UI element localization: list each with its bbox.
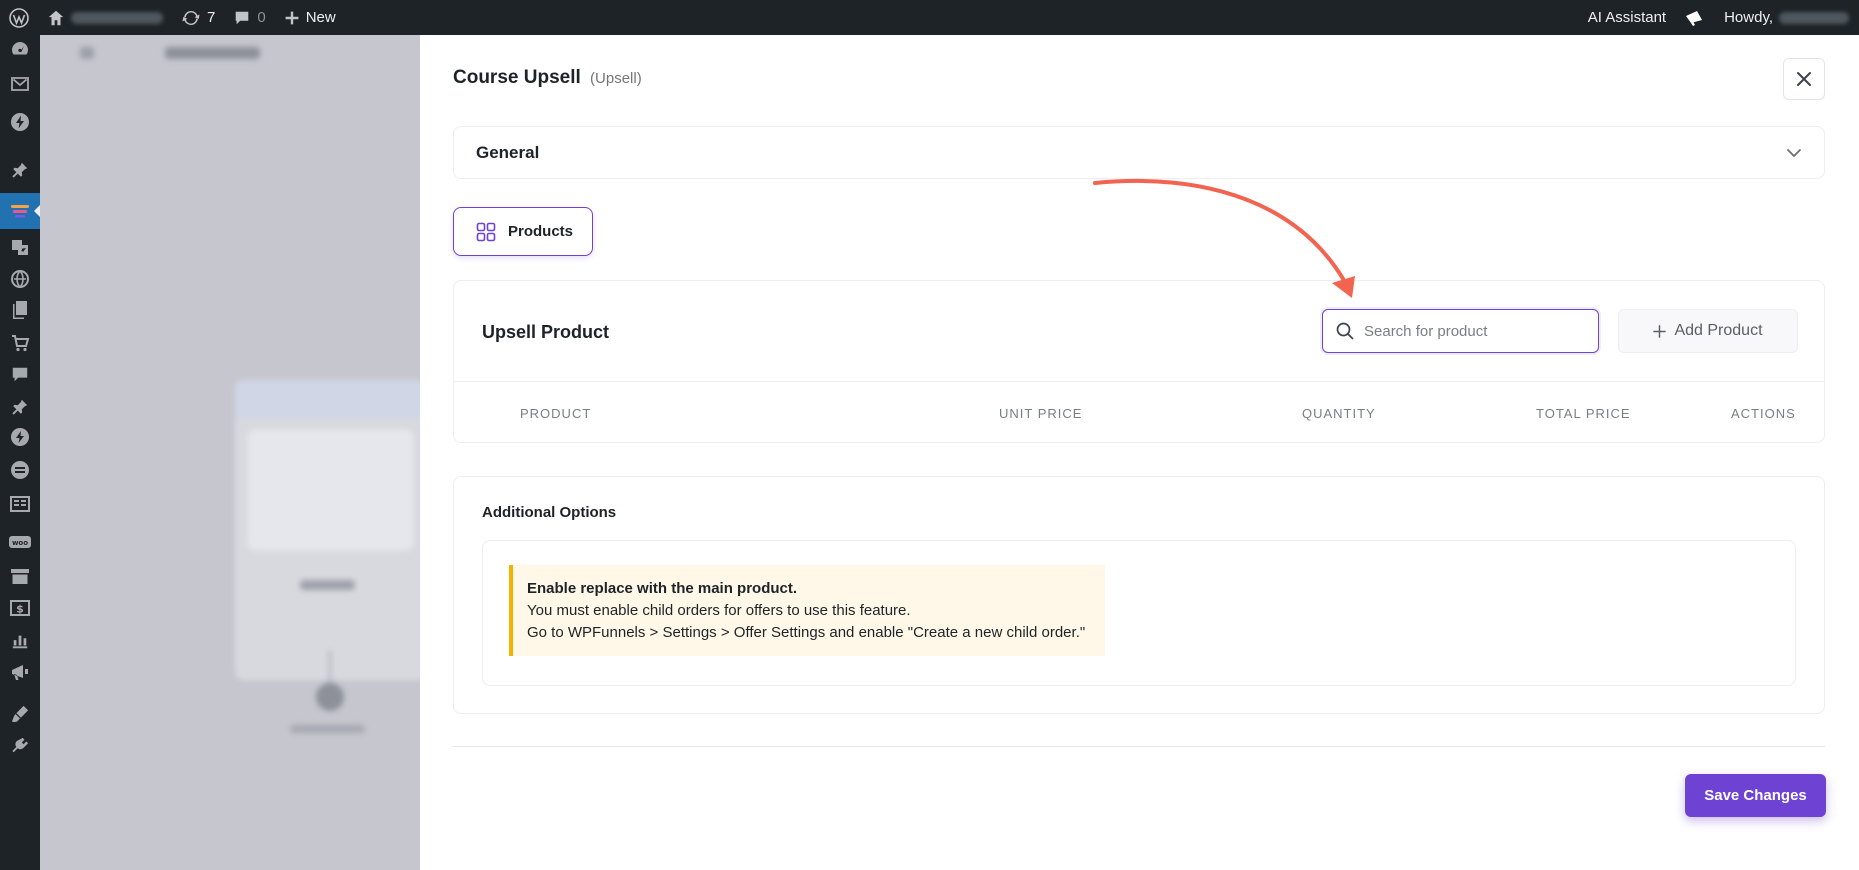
wordpress-logo-icon xyxy=(9,7,29,28)
plus-icon xyxy=(1653,324,1667,338)
additional-options-title: Additional Options xyxy=(482,504,617,521)
additional-options-body: Enable replace with the main product. Yo… xyxy=(482,540,1796,686)
site-name-button[interactable] xyxy=(38,0,172,35)
site-name-redacted xyxy=(71,11,163,24)
wordpress-logo-button[interactable] xyxy=(0,0,38,35)
panel-title-text: Course Upsell xyxy=(453,67,581,88)
dashboard-icon[interactable] xyxy=(9,38,31,60)
upsell-product-card: Upsell Product Add Product PRODUCT UNIT … xyxy=(453,280,1825,443)
column-product: PRODUCT xyxy=(520,406,592,421)
close-icon xyxy=(1797,72,1811,86)
column-actions: ACTIONS xyxy=(1731,406,1796,421)
pages-icon[interactable] xyxy=(9,299,31,321)
footer-divider xyxy=(453,746,1825,747)
lines-circle-icon[interactable] xyxy=(9,459,31,481)
admin-bar: 7 0 New AI Assistant Howdy, xyxy=(0,0,1859,35)
my-account-button[interactable]: Howdy, xyxy=(1715,0,1859,35)
megaphone-icon xyxy=(1686,10,1703,26)
payments-icon[interactable]: $ xyxy=(9,597,31,619)
archive-icon[interactable] xyxy=(9,565,31,587)
store-icon[interactable] xyxy=(9,332,31,354)
save-changes-button[interactable]: Save Changes xyxy=(1685,774,1826,817)
funnel-canvas-background xyxy=(40,35,420,870)
analytics-icon[interactable] xyxy=(9,630,31,652)
pin-menu-icon[interactable] xyxy=(9,396,31,418)
column-unit-price: UNIT PRICE xyxy=(999,406,1083,421)
mail-icon[interactable] xyxy=(9,73,31,95)
general-accordion-label: General xyxy=(476,142,540,162)
admin-menu: woo $ xyxy=(0,35,40,870)
comments-count: 0 xyxy=(257,9,266,26)
plus-icon xyxy=(285,11,299,24)
product-table-header: PRODUCT UNIT PRICE QUANTITY TOTAL PRICE … xyxy=(454,381,1824,443)
product-search-box[interactable] xyxy=(1322,309,1599,353)
grid-icon xyxy=(476,222,496,241)
new-content-button[interactable]: New xyxy=(275,0,345,35)
notice-title: Enable replace with the main product. xyxy=(527,580,798,597)
additional-options-card: Additional Options Enable replace with t… xyxy=(453,476,1825,714)
plugins-icon[interactable] xyxy=(9,735,31,757)
woocommerce-icon[interactable]: woo xyxy=(9,532,31,554)
tab-products-label: Products xyxy=(508,223,574,240)
column-quantity: QUANTITY xyxy=(1302,406,1376,421)
notifications-button[interactable] xyxy=(1675,0,1715,35)
search-icon xyxy=(1336,322,1354,340)
bolt-circle-icon[interactable] xyxy=(9,426,31,448)
panel-subtitle: (Upsell) xyxy=(590,70,642,87)
close-button[interactable] xyxy=(1783,58,1825,100)
updates-icon xyxy=(182,10,200,25)
comment-icon xyxy=(236,11,249,24)
svg-text:woo: woo xyxy=(12,539,28,547)
howdy-label: Howdy, xyxy=(1724,9,1773,26)
comments-button[interactable]: 0 xyxy=(224,0,274,35)
upsell-product-title: Upsell Product xyxy=(482,322,610,342)
appearance-icon[interactable] xyxy=(9,703,31,725)
marketing-icon[interactable] xyxy=(9,662,31,684)
media-icon[interactable] xyxy=(9,236,31,258)
comments-menu-icon[interactable] xyxy=(9,363,31,385)
ai-assistant-button[interactable]: AI Assistant xyxy=(1579,0,1675,35)
links-icon[interactable] xyxy=(9,268,31,290)
updates-button[interactable]: 7 xyxy=(172,0,224,35)
general-accordion[interactable]: General xyxy=(453,126,1825,179)
forms-icon[interactable] xyxy=(9,493,31,515)
notice-line-2: Go to WPFunnels > Settings > Offer Setti… xyxy=(527,624,1086,641)
user-name-redacted xyxy=(1779,11,1849,24)
home-icon xyxy=(48,10,64,25)
updates-count: 7 xyxy=(207,9,216,26)
panel-title: Course Upsell (Upsell) xyxy=(453,67,642,89)
product-search-input[interactable] xyxy=(1364,322,1584,340)
new-label: New xyxy=(305,9,336,26)
column-total-price: TOTAL PRICE xyxy=(1536,406,1631,421)
tab-products[interactable]: Products xyxy=(453,207,593,256)
step-settings-panel: Course Upsell (Upsell) General Products … xyxy=(420,35,1859,870)
notice-line-1: You must enable child orders for offers … xyxy=(527,602,911,619)
svg-text:$: $ xyxy=(16,603,24,616)
funnels-icon[interactable] xyxy=(9,200,31,222)
lightning-icon[interactable] xyxy=(9,111,31,133)
add-product-label: Add Product xyxy=(1674,322,1763,339)
chevron-down-icon xyxy=(1786,148,1802,158)
pin-icon[interactable] xyxy=(9,159,31,181)
add-product-button[interactable]: Add Product xyxy=(1618,309,1798,353)
ai-assistant-label: AI Assistant xyxy=(1587,9,1667,26)
child-order-notice: Enable replace with the main product. Yo… xyxy=(509,565,1105,656)
